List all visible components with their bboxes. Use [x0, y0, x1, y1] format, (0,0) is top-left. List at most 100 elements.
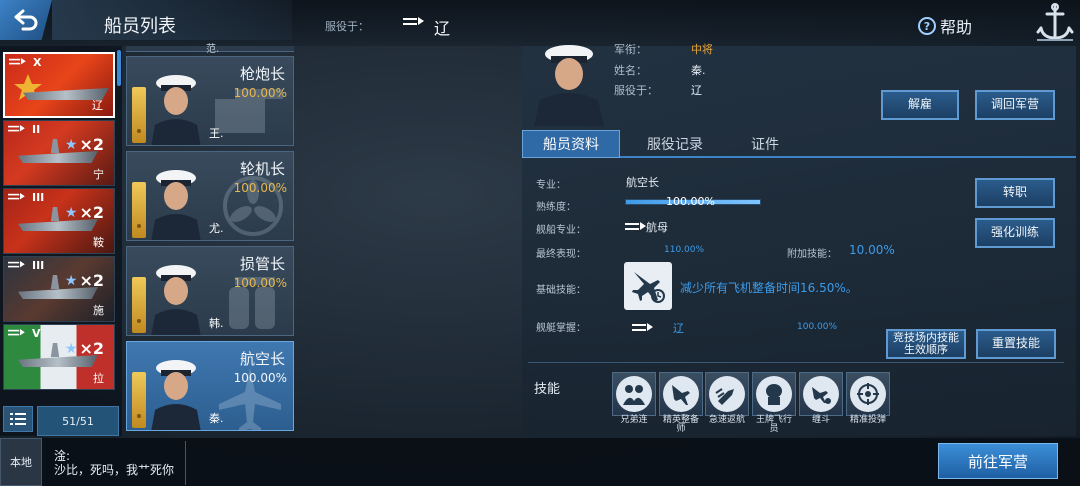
- help-button[interactable]: ? 帮助: [918, 14, 972, 38]
- role-card-damage-control[interactable]: 损管长 100.00% 韩.: [126, 246, 294, 336]
- transfer-button[interactable]: 转职: [975, 178, 1055, 208]
- ship-item-2[interactable]: II ★ ×2 宁: [3, 120, 115, 186]
- skill-name: 王牌飞行员: [755, 415, 792, 435]
- ship-name: 拉: [93, 372, 104, 385]
- elite-mechanic-icon: [663, 376, 699, 412]
- role-person: 范.: [206, 44, 220, 55]
- name-value: 秦.: [691, 64, 706, 77]
- ship-tier: II: [32, 123, 41, 136]
- skill-slot-5[interactable]: [799, 372, 843, 416]
- star-icon: ★: [64, 136, 78, 153]
- role-percent: 100.00%: [233, 181, 287, 195]
- list-icon: [10, 413, 26, 425]
- role-card-partial[interactable]: 范.: [126, 44, 294, 55]
- precision-bombing-icon: [850, 376, 886, 412]
- mastery-ship: 辽: [673, 322, 684, 335]
- recall-button[interactable]: 调回军营: [975, 90, 1055, 120]
- ship-class-flag-icon: [632, 323, 654, 333]
- ship-count: ★ ×2: [65, 339, 104, 358]
- goto-camp-button[interactable]: 前往军营: [938, 443, 1058, 479]
- skill-slot-6[interactable]: [846, 372, 890, 416]
- ship-class-flag-icon: [8, 193, 26, 201]
- ship-name: 宁: [93, 168, 104, 181]
- final-performance-label: 最终表现：: [536, 249, 586, 260]
- role-card-engine[interactable]: 轮机长 100.00% 尤.: [126, 151, 294, 241]
- role-title: 航空长: [239, 350, 285, 368]
- ship-name: 施: [93, 304, 104, 317]
- served-ship-name: 辽: [434, 19, 451, 38]
- chat-channel-button[interactable]: 本地: [0, 438, 42, 486]
- bonus-skill-label: 附加技能：: [787, 249, 837, 260]
- star-icon: ★: [64, 272, 78, 289]
- question-icon: ?: [918, 17, 936, 35]
- dismiss-button[interactable]: 解雇: [881, 90, 959, 120]
- role-person: 王.: [209, 127, 224, 140]
- officer-portrait: [151, 360, 201, 430]
- tab-crew-info[interactable]: 船员资料: [522, 130, 620, 158]
- brotherhood-icon: [616, 376, 652, 412]
- ship-class-flag-icon: [403, 17, 425, 27]
- ship-class-flag-icon: [9, 58, 27, 66]
- ship-item-3[interactable]: III ★ ×2 鞍: [3, 188, 115, 254]
- ship-tier: V: [32, 327, 41, 340]
- reset-skills-button[interactable]: 重置技能: [976, 329, 1056, 359]
- help-label: 帮助: [940, 18, 973, 37]
- ship-count-value: ×2: [79, 339, 104, 358]
- bonus-skill-value: 10.00%: [849, 243, 895, 257]
- skill-slot-3[interactable]: [705, 372, 749, 416]
- selected-officer-portrait: [534, 45, 604, 126]
- role-card-aviation[interactable]: 航空长 100.00% 秦.: [126, 341, 294, 431]
- ship-item-4[interactable]: III ★ ×2 施: [3, 256, 115, 322]
- ship-item-1[interactable]: X 辽: [3, 52, 115, 118]
- tab-certificate[interactable]: 证件: [730, 130, 800, 158]
- base-skill-description: 减少所有飞机整备时间16.50%。: [680, 281, 858, 295]
- skill-name: 精准投弹: [849, 415, 886, 425]
- anchor-icon: [1036, 3, 1074, 41]
- skill-name: 精英整备师: [662, 415, 699, 435]
- ship-list-scrollbar[interactable]: [117, 50, 121, 86]
- final-performance-value: 110.00%: [664, 245, 705, 255]
- ship-count: ★ ×2: [65, 271, 104, 290]
- star-icon: ★: [64, 204, 78, 221]
- tab-service-record[interactable]: 服役记录: [620, 130, 730, 158]
- ship-count-value: ×2: [79, 135, 104, 154]
- ship-tier: III: [32, 191, 45, 204]
- specialty-label: 专业：: [536, 180, 566, 191]
- role-percent: 100.00%: [233, 86, 287, 100]
- list-view-button[interactable]: [3, 406, 33, 432]
- rank-label: 军衔：: [614, 43, 647, 56]
- base-skill-label: 基础技能：: [536, 285, 586, 296]
- skill-slot-4[interactable]: [752, 372, 796, 416]
- ship-class-flag-icon: [8, 125, 26, 133]
- skill-slot-1[interactable]: [612, 372, 656, 416]
- proficiency-label: 熟练度：: [536, 202, 576, 213]
- skill-name: 兄弟连: [620, 415, 648, 425]
- role-title: 损管长: [239, 255, 285, 273]
- ship-count-value: ×2: [79, 203, 104, 222]
- role-percent: 100.00%: [233, 276, 287, 290]
- officer-portrait: [151, 265, 201, 335]
- served-label: 服役于：: [325, 20, 369, 33]
- home-anchor-button[interactable]: [1030, 0, 1080, 46]
- arena-order-button[interactable]: 竞技场内技能生效顺序: [886, 329, 966, 359]
- role-person: 韩.: [209, 317, 224, 330]
- skill-slot-2[interactable]: [659, 372, 703, 416]
- mastery-value: 100.00%: [797, 322, 838, 332]
- rapid-return-icon: [709, 376, 745, 412]
- ship-count-value: ×2: [79, 271, 104, 290]
- skills-divider: [528, 362, 1064, 363]
- role-title: 轮机长: [239, 160, 285, 178]
- train-button[interactable]: 强化训练: [975, 218, 1055, 248]
- role-card-gunnery[interactable]: 枪炮长 100.00% 王.: [126, 56, 294, 146]
- ship-tier: III: [32, 259, 45, 272]
- ship-specialty-value: 航母: [646, 221, 668, 234]
- officer-portrait: [151, 170, 201, 240]
- rank-insignia: [132, 182, 146, 238]
- role-person: 秦.: [209, 412, 224, 425]
- ship-specialty-label: 舰船专业：: [536, 225, 586, 236]
- ship-name: 鞍: [93, 236, 104, 249]
- star-icon: ★: [64, 340, 78, 357]
- detail-tabs: 船员资料 服役记录 证件: [522, 130, 1076, 158]
- ship-item-5[interactable]: V ★ ×2 拉: [3, 324, 115, 390]
- base-skill-icon-box[interactable]: [624, 262, 672, 310]
